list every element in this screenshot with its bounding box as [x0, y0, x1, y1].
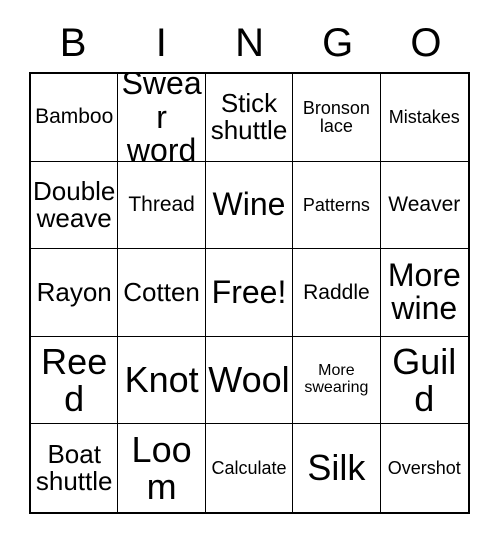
bingo-cell[interactable]: Swear word: [118, 74, 206, 162]
bingo-cell-label: Thread: [128, 192, 195, 216]
bingo-cell-label: Guild: [392, 340, 457, 420]
bingo-cell[interactable]: Loom: [118, 424, 206, 512]
bingo-cell[interactable]: Mistakes: [380, 74, 468, 162]
bingo-cell-label: Cotten: [123, 276, 200, 307]
bingo-cell-label: Rayon: [36, 276, 112, 307]
bingo-cell[interactable]: Cotten: [118, 249, 206, 337]
bingo-cell-label: Swear word: [121, 74, 202, 162]
bingo-cell-label: Silk: [307, 447, 366, 489]
bingo-cell-label: Free!: [211, 273, 287, 310]
bingo-cell-label: Knot: [124, 359, 199, 401]
bingo-cell[interactable]: Bronson lace: [293, 74, 381, 162]
header-letter-b: B: [59, 21, 87, 65]
bingo-header-row: B I N G O: [29, 14, 470, 72]
bingo-cell-label: Double weave: [33, 175, 116, 233]
bingo-cell-label: Overshot: [387, 457, 461, 478]
header-letter-i: I: [155, 21, 167, 65]
bingo-cell-label: Bronson lace: [302, 97, 370, 137]
bingo-cell[interactable]: Weaver: [380, 161, 468, 250]
bingo-cell[interactable]: Double weave: [31, 161, 119, 250]
bingo-cell[interactable]: Reed: [31, 336, 119, 425]
bingo-cell[interactable]: Knot: [118, 336, 206, 425]
bingo-cell[interactable]: Wool: [205, 336, 294, 425]
bingo-cell-label: Reed: [41, 340, 108, 420]
bingo-cell-free[interactable]: Free!: [205, 249, 294, 337]
bingo-cell-label: Stick shuttle: [210, 88, 288, 146]
bingo-cell-label: Bamboo: [35, 105, 114, 129]
bingo-cell[interactable]: Overshot: [380, 424, 468, 512]
bingo-card: B I N G O Bamboo Swear word Stick shuttl…: [0, 0, 500, 544]
bingo-cell-label: More swearing: [304, 362, 369, 397]
bingo-cell[interactable]: Thread: [118, 161, 206, 250]
bingo-cell[interactable]: Stick shuttle: [205, 74, 294, 162]
bingo-cell-label: Wine: [212, 186, 286, 223]
bingo-cell-label: More wine: [387, 257, 461, 327]
bingo-cell[interactable]: Calculate: [205, 424, 294, 512]
bingo-cell-label: Mistakes: [388, 106, 460, 127]
bingo-cell[interactable]: Guild: [380, 336, 468, 425]
bingo-cell-label: Boat shuttle: [35, 439, 113, 497]
bingo-cell[interactable]: Raddle: [293, 249, 381, 337]
header-letter-g: G: [322, 21, 354, 65]
bingo-cell-label: Raddle: [303, 280, 370, 304]
bingo-cell[interactable]: More wine: [380, 249, 468, 337]
bingo-grid: Bamboo Swear word Stick shuttle Bronson …: [29, 72, 470, 514]
bingo-cell[interactable]: More swearing: [293, 336, 381, 425]
header-letter-o: O: [410, 21, 442, 65]
bingo-cell[interactable]: Wine: [205, 161, 294, 250]
bingo-cell-label: Loom: [131, 428, 192, 508]
header-letter-n: N: [235, 21, 264, 65]
bingo-cell[interactable]: Silk: [293, 424, 381, 512]
bingo-cell[interactable]: Rayon: [31, 249, 119, 337]
bingo-cell-label: Calculate: [211, 457, 287, 478]
bingo-cell-label: Weaver: [388, 192, 461, 216]
bingo-cell[interactable]: Bamboo: [31, 74, 119, 162]
bingo-cell-label: Patterns: [302, 194, 370, 215]
bingo-cell-label: Wool: [208, 359, 290, 401]
bingo-cell[interactable]: Boat shuttle: [31, 424, 119, 512]
bingo-cell[interactable]: Patterns: [293, 161, 381, 250]
